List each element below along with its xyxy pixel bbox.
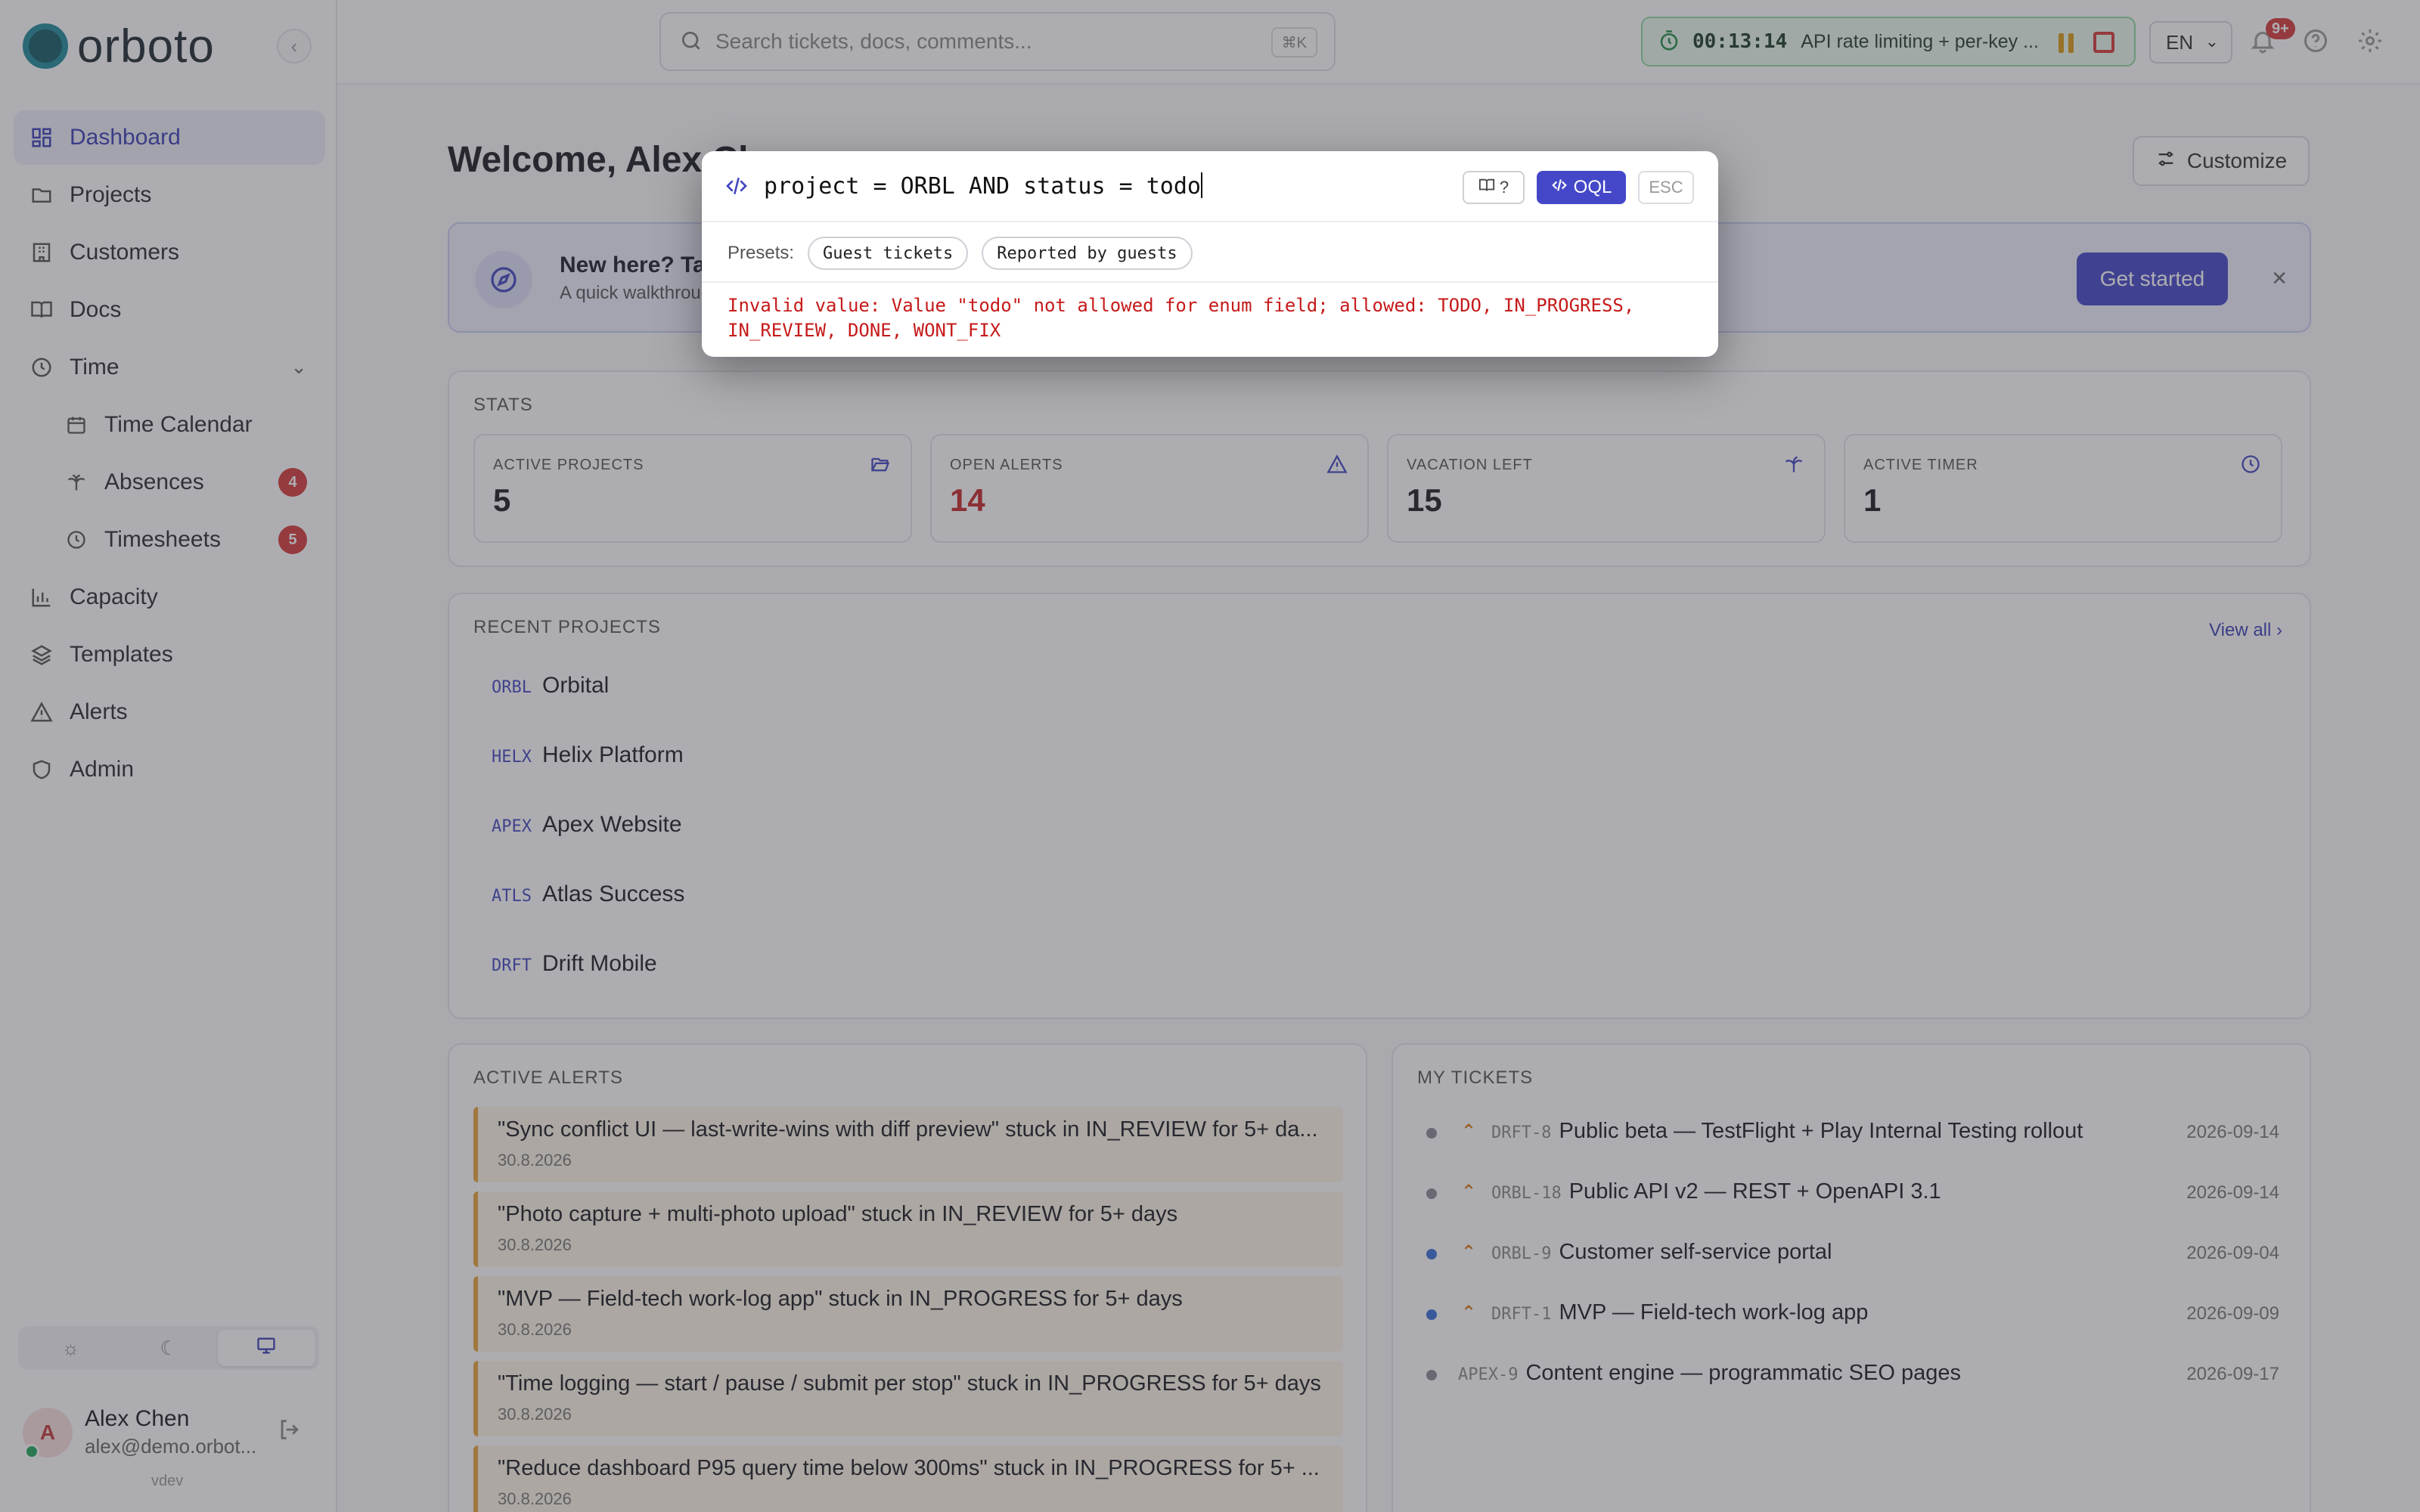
divider — [702, 281, 1718, 283]
code-icon — [1551, 177, 1568, 199]
oql-mode-button[interactable]: OQL — [1537, 171, 1626, 204]
presets-label: Presets: — [728, 243, 795, 263]
preset-reported-by-guests[interactable]: Reported by guests — [982, 237, 1193, 270]
preset-guest-tickets[interactable]: Guest tickets — [808, 237, 969, 270]
query-input-row: project = ORBL AND status = todo ? OQL E… — [702, 151, 1718, 222]
oql-query-modal: project = ORBL AND status = todo ? OQL E… — [702, 151, 1718, 357]
query-help-button[interactable]: ? — [1463, 171, 1525, 204]
oql-label: OQL — [1573, 177, 1612, 197]
query-input[interactable]: project = ORBL AND status = todo — [764, 172, 1202, 200]
query-error-message: Invalid value: Value "todo" not allowed … — [728, 295, 1635, 341]
help-label: ? — [1499, 178, 1509, 197]
close-modal-button[interactable]: ESC — [1638, 171, 1694, 204]
book-icon — [1478, 177, 1495, 198]
query-presets: Presets: Guest tickets Reported by guest… — [728, 236, 1193, 271]
code-icon — [724, 174, 750, 200]
